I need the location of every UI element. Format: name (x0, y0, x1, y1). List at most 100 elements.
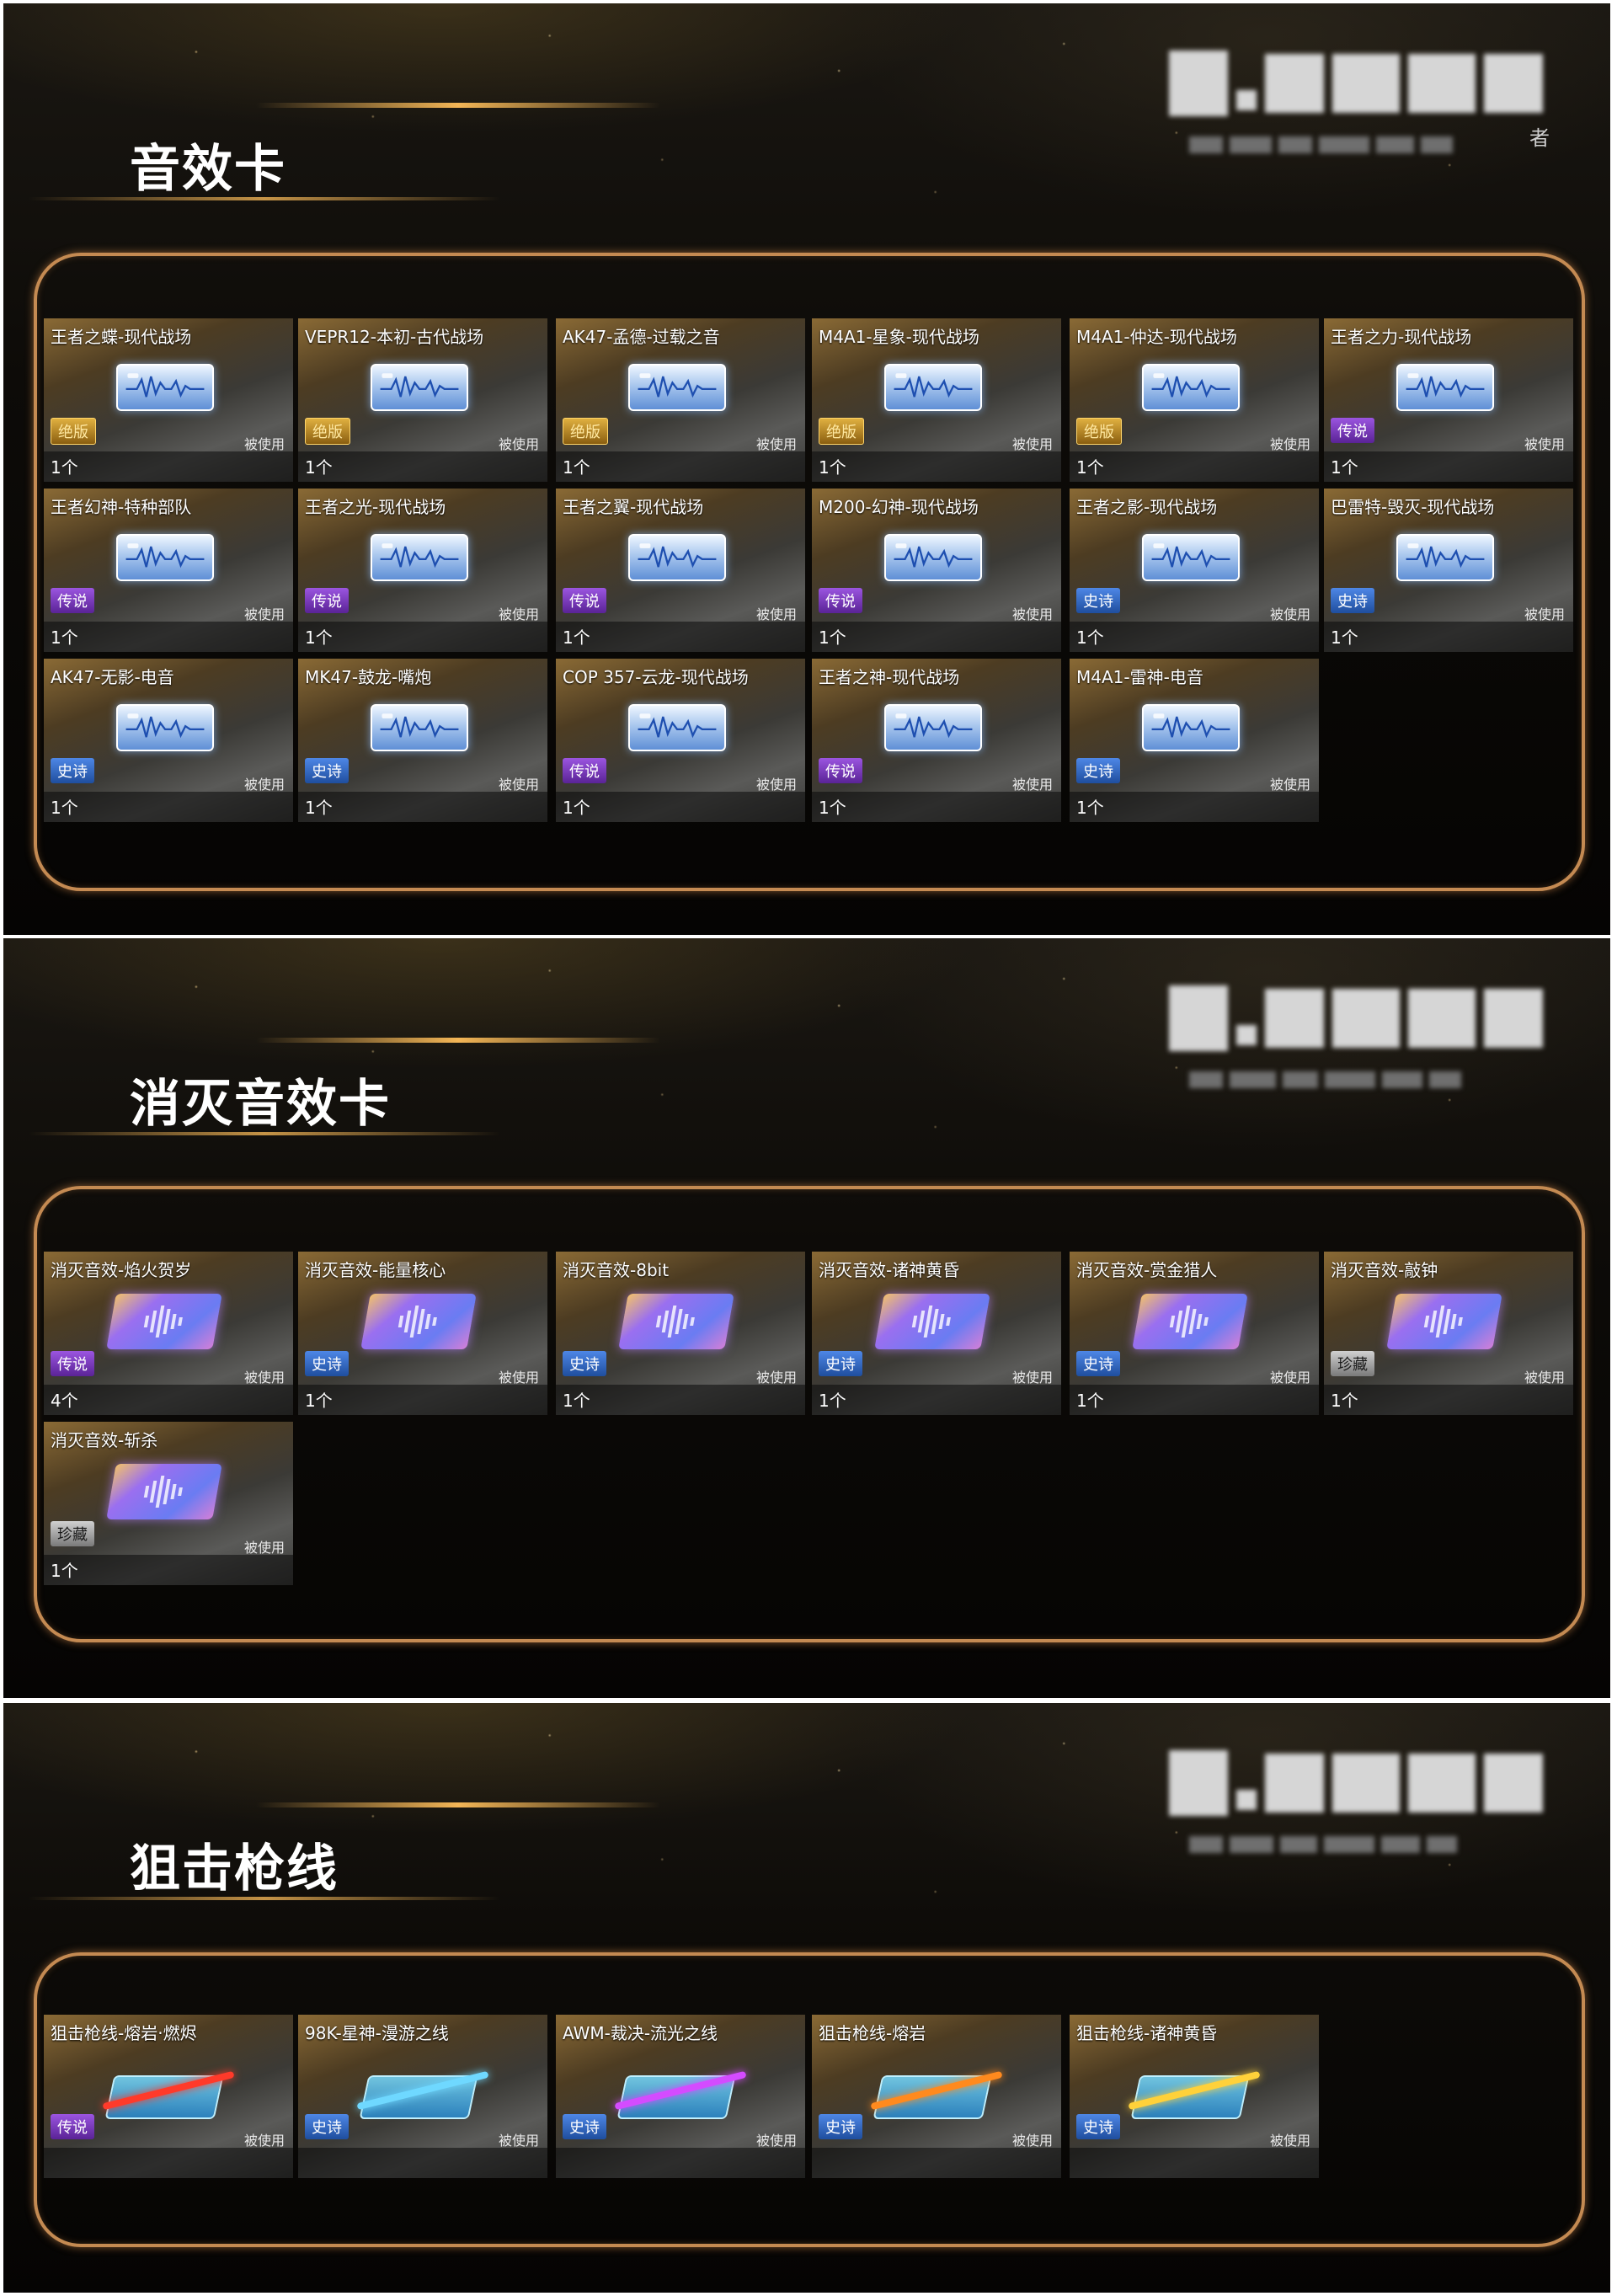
usage-status: 被使用 (243, 777, 285, 793)
kill-sound-card-icon (1132, 1294, 1248, 1349)
item-card[interactable]: M4A1-仲达-现代战场 绝版 被使用 1个 (1070, 318, 1319, 482)
sound-card-icon (628, 704, 726, 751)
blurred-caption (1189, 1056, 1551, 1103)
kill-sound-card-icon (360, 1294, 477, 1349)
item-name: 消灭音效-敲钟 (1331, 1260, 1438, 1280)
item-name: 狙击枪线-诸神黄昏 (1076, 2023, 1218, 2043)
blurred-logo (1169, 980, 1565, 1056)
item-count: 1个 (305, 627, 333, 648)
kill-sound-card-icon (106, 1464, 222, 1519)
gold-glow-line (256, 1038, 660, 1043)
item-card[interactable]: M4A1-雷神-电音 史诗 被使用 1个 (1070, 659, 1319, 822)
item-card[interactable]: 消灭音效-斩杀 珍藏 被使用 1个 (44, 1422, 293, 1585)
usage-status: 被使用 (755, 1370, 797, 1386)
sound-card-icon (884, 704, 982, 751)
sound-card-icon (116, 534, 214, 581)
watermark-char: 者 (1529, 126, 1550, 150)
sniper-line-icon (606, 2062, 750, 2122)
item-card[interactable]: M4A1-星象-现代战场 绝版 被使用 1个 (812, 318, 1061, 482)
usage-status: 被使用 (1011, 2133, 1053, 2149)
sound-card-icon (371, 704, 468, 751)
item-name: 王者幻神-特种部队 (51, 497, 192, 517)
item-card[interactable]: 王者之翼-现代战场 传说 被使用 1个 (556, 489, 805, 652)
item-name: M4A1-雷神-电音 (1076, 667, 1203, 687)
rarity-badge: 传说 (51, 1351, 94, 1376)
item-name: M200-幻神-现代战场 (819, 497, 979, 517)
item-card[interactable]: MK47-鼓龙-嘴炮 史诗 被使用 1个 (298, 659, 547, 822)
item-name: 王者之光-现代战场 (305, 497, 446, 517)
rarity-badge: 绝版 (305, 418, 350, 445)
item-count: 1个 (563, 627, 590, 648)
item-count: 1个 (819, 457, 846, 478)
item-card[interactable]: 王者之影-现代战场 史诗 被使用 1个 (1070, 489, 1319, 652)
item-card[interactable]: 王者之蝶-现代战场 绝版 被使用 1个 (44, 318, 293, 482)
item-card[interactable]: 王者之力-现代战场 传说 被使用 1个 (1324, 318, 1573, 482)
item-name: AK47-孟德-过载之音 (563, 327, 720, 347)
rarity-badge: 绝版 (563, 418, 608, 445)
sound-card-icon (1142, 534, 1240, 581)
section-title: 消灭音效卡 (130, 1075, 391, 1134)
item-card[interactable]: AK47-无影-电音 史诗 被使用 1个 (44, 659, 293, 822)
usage-status: 被使用 (755, 2133, 797, 2149)
usage-status: 被使用 (243, 1540, 285, 1556)
item-card[interactable]: 消灭音效-8bit 史诗 被使用 1个 (556, 1252, 805, 1415)
item-name: M4A1-仲达-现代战场 (1076, 327, 1237, 347)
item-card[interactable]: 消灭音效-敲钟 珍藏 被使用 1个 (1324, 1252, 1573, 1415)
sound-card-icon (884, 364, 982, 411)
item-card[interactable]: 王者之光-现代战场 传说 被使用 1个 (298, 489, 547, 652)
sound-card-icon (1396, 364, 1494, 411)
rarity-badge: 史诗 (563, 2114, 606, 2139)
item-count: 1个 (305, 1391, 333, 1411)
item-name: 消灭音效-焰火贺岁 (51, 1260, 192, 1280)
section-kill-sound-cards: 消灭音效卡 消灭音效-焰火贺岁 传说 被使用 4个 消灭音效-能量核心 史诗 被使用 1个 消灭… (3, 938, 1610, 1698)
item-count: 1个 (1076, 627, 1104, 648)
gold-glow-line (256, 1802, 660, 1807)
item-count: 1个 (51, 627, 78, 648)
usage-status: 被使用 (243, 2133, 285, 2149)
item-count: 1个 (563, 457, 590, 478)
item-card[interactable]: 消灭音效-赏金猎人 史诗 被使用 1个 (1070, 1252, 1319, 1415)
rarity-badge: 传说 (51, 2114, 94, 2139)
item-card[interactable]: AK47-孟德-过载之音 绝版 被使用 1个 (556, 318, 805, 482)
section-sniper-lines: 狙击枪线 狙击枪线-熔岩·燃烬 传说 被使用 98K-星神-漫游之线 史诗 被使用 AWM-… (3, 1703, 1610, 2293)
item-name: AK47-无影-电音 (51, 667, 174, 687)
usage-status: 被使用 (1269, 1370, 1310, 1386)
item-card[interactable]: 巴雷特-毁灭-现代战场 史诗 被使用 1个 (1324, 489, 1573, 652)
item-count: 1个 (1331, 457, 1358, 478)
sniper-line-icon (349, 2062, 492, 2122)
item-card[interactable]: 消灭音效-诸神黄昏 史诗 被使用 1个 (812, 1252, 1061, 1415)
sound-card-icon (1396, 534, 1494, 581)
item-card[interactable]: AWM-裁决-流光之线 史诗 被使用 (556, 2015, 805, 2178)
item-card[interactable]: 狙击枪线-诸神黄昏 史诗 被使用 (1070, 2015, 1319, 2178)
item-count: 1个 (51, 798, 78, 818)
rarity-badge: 史诗 (819, 1351, 862, 1376)
item-card[interactable]: 狙击枪线-熔岩·燃烬 传说 被使用 (44, 2015, 293, 2178)
item-count: 1个 (819, 1391, 846, 1411)
rarity-badge: 珍藏 (1331, 1351, 1374, 1376)
item-name: 王者之力-现代战场 (1331, 327, 1472, 347)
usage-status: 被使用 (498, 606, 539, 622)
rarity-badge: 绝版 (819, 418, 864, 445)
section-title: 音效卡 (130, 140, 286, 199)
item-name: COP 357-云龙-现代战场 (563, 667, 749, 687)
sniper-line-icon (1120, 2062, 1263, 2122)
item-card[interactable]: 消灭音效-焰火贺岁 传说 被使用 4个 (44, 1252, 293, 1415)
rarity-badge: 史诗 (1076, 2114, 1120, 2139)
item-name: 98K-星神-漫游之线 (305, 2023, 449, 2043)
item-count: 1个 (563, 798, 590, 818)
item-name: 王者之蝶-现代战场 (51, 327, 192, 347)
blurred-caption (1189, 1821, 1551, 1867)
item-card[interactable]: 王者之神-现代战场 传说 被使用 1个 (812, 659, 1061, 822)
section-sound-cards: 者 音效卡 王者之蝶-现代战场 绝版 被使用 1个 VEPR12-本初-古代战场 绝版 被使… (3, 3, 1610, 935)
item-card[interactable]: M200-幻神-现代战场 传说 被使用 1个 (812, 489, 1061, 652)
item-card[interactable]: VEPR12-本初-古代战场 绝版 被使用 1个 (298, 318, 547, 482)
item-card[interactable]: COP 357-云龙-现代战场 传说 被使用 1个 (556, 659, 805, 822)
rarity-badge: 史诗 (563, 1351, 606, 1376)
item-card[interactable]: 王者幻神-特种部队 传说 被使用 1个 (44, 489, 293, 652)
item-card[interactable]: 狙击枪线-熔岩 史诗 被使用 (812, 2015, 1061, 2178)
item-card[interactable]: 98K-星神-漫游之线 史诗 被使用 (298, 2015, 547, 2178)
item-count: 1个 (51, 1561, 78, 1581)
usage-status: 被使用 (755, 777, 797, 793)
usage-status: 被使用 (1011, 606, 1053, 622)
item-card[interactable]: 消灭音效-能量核心 史诗 被使用 1个 (298, 1252, 547, 1415)
